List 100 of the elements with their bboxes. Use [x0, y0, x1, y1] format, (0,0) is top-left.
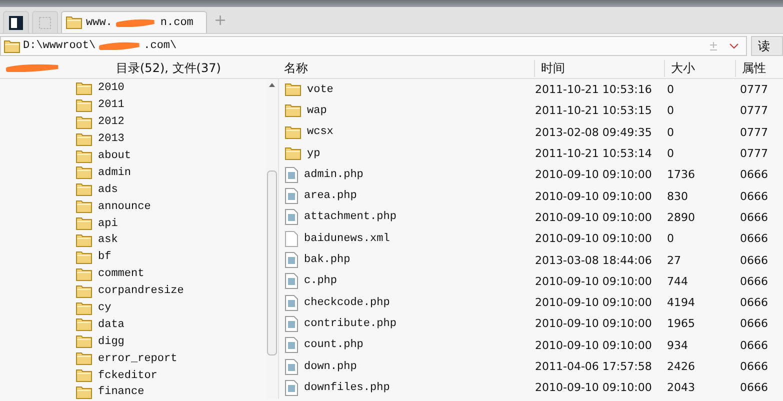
- folder-name[interactable]: comment: [98, 268, 144, 280]
- file-attributes: 0666: [739, 210, 768, 224]
- file-attributes: 0777: [739, 83, 768, 96]
- folder-name[interactable]: 2012: [98, 116, 124, 128]
- folder-tab[interactable]: www. n.com: [61, 11, 207, 33]
- file-attributes: 0777: [739, 147, 768, 160]
- folder-name[interactable]: digg: [98, 336, 124, 348]
- caret-icon[interactable]: [729, 43, 739, 49]
- file-attributes: 0666: [739, 232, 768, 246]
- folder-name[interactable]: fckeditor: [98, 370, 158, 382]
- folder-icon: [76, 250, 92, 264]
- file-attributes: 0666: [739, 338, 768, 352]
- file-attributes: 0666: [739, 254, 768, 267]
- script-file-icon: [285, 209, 298, 226]
- file-name[interactable]: vote: [307, 84, 334, 96]
- file-size: 2426: [666, 360, 696, 373]
- file-icon: [285, 230, 298, 247]
- file-name[interactable]: count.php: [304, 339, 364, 352]
- file-name[interactable]: checkcode.php: [304, 296, 390, 309]
- panel-toggle-tab[interactable]: [3, 11, 29, 33]
- folder-icon: [76, 132, 92, 146]
- folder-name[interactable]: bf: [98, 251, 112, 264]
- folder-name[interactable]: corpandresize: [98, 285, 184, 298]
- file-time: 2010-09-10 09:10:00: [534, 317, 653, 330]
- column-header[interactable]: 属性: [735, 60, 783, 76]
- column-header[interactable]: 时间: [534, 60, 664, 76]
- file-attributes: 0666: [739, 168, 768, 182]
- file-size: 0: [666, 147, 675, 160]
- file-time: 2010-09-10 09:10:00: [534, 381, 653, 394]
- column-header[interactable]: 大小: [664, 60, 735, 76]
- file-name[interactable]: yp: [307, 148, 320, 160]
- folder-icon: [76, 335, 92, 348]
- plus-minus-icon[interactable]: [709, 41, 718, 51]
- folder-name[interactable]: error_report: [98, 352, 178, 365]
- file-name[interactable]: wap: [307, 104, 327, 117]
- file-time: 2011-10-21 10:53:14: [534, 147, 653, 160]
- file-size: 0: [666, 104, 675, 118]
- file-time: 2010-09-10 09:10:00: [534, 274, 653, 288]
- file-name[interactable]: baidunews.xml: [304, 232, 390, 245]
- folder-icon: [76, 386, 92, 399]
- folder-icon: [66, 16, 82, 29]
- folder-icon: [76, 302, 92, 315]
- folder-name[interactable]: about: [98, 150, 132, 162]
- folder-icon: [4, 40, 20, 52]
- folder-name[interactable]: 2011: [98, 99, 124, 112]
- folder-name[interactable]: ask: [98, 234, 118, 246]
- file-name[interactable]: admin.php: [304, 168, 364, 181]
- file-time: 2010-09-10 09:10:00: [534, 210, 653, 224]
- folder-name[interactable]: 2010: [98, 82, 124, 94]
- script-file-icon: [285, 294, 298, 311]
- file-size: 2890: [666, 210, 696, 224]
- file-time: 2011-04-06 17:57:58: [534, 360, 653, 373]
- tab-title: n.com: [160, 16, 194, 28]
- folder-icon: [76, 82, 92, 95]
- file-size: 4194: [666, 296, 696, 310]
- folder-icon: [76, 150, 92, 162]
- script-file-icon: [285, 166, 298, 183]
- folder-icon: [76, 98, 92, 112]
- path-field[interactable]: D:\wwwroot\ .com\: [0, 36, 747, 56]
- read-button[interactable]: 读: [751, 36, 783, 56]
- folder-name[interactable]: api: [98, 218, 118, 230]
- file-attributes: 0666: [739, 190, 768, 203]
- column-header[interactable]: 名称: [278, 60, 534, 76]
- folder-icon: [76, 234, 92, 247]
- file-attributes: 0777: [739, 104, 768, 118]
- folder-icon: [76, 183, 92, 196]
- file-name[interactable]: wcsx: [307, 126, 334, 138]
- folder-name[interactable]: admin: [98, 166, 132, 179]
- script-file-icon: [285, 273, 298, 290]
- file-time: 2013-02-08 09:49:35: [534, 126, 653, 139]
- folder-name[interactable]: finance: [98, 386, 144, 398]
- file-name[interactable]: bak.php: [304, 254, 350, 266]
- folder-name[interactable]: announce: [98, 200, 151, 213]
- script-file-icon: [285, 188, 298, 204]
- file-attributes: 0777: [739, 126, 768, 139]
- folder-icon: [76, 116, 92, 129]
- folder-name[interactable]: cy: [98, 302, 112, 314]
- folder-icon: [76, 318, 92, 332]
- folder-icon: [76, 369, 92, 382]
- file-time: 2010-09-10 09:10:00: [534, 168, 653, 182]
- file-name[interactable]: area.php: [304, 190, 357, 202]
- file-name[interactable]: contribute.php: [304, 318, 396, 330]
- file-name[interactable]: attachment.php: [304, 211, 396, 224]
- file-name[interactable]: down.php: [304, 360, 357, 372]
- redaction-scribble: [116, 18, 156, 26]
- folder-name[interactable]: 2013: [98, 133, 124, 146]
- file-attributes: 0666: [739, 317, 768, 330]
- script-file-icon: [285, 380, 298, 396]
- folder-icon: [285, 126, 301, 139]
- file-size: 744: [666, 274, 689, 288]
- file-name[interactable]: downfiles.php: [304, 382, 390, 394]
- file-attributes: 0666: [739, 296, 768, 310]
- script-file-icon: [285, 358, 298, 374]
- file-size: 0: [666, 126, 675, 139]
- script-file-icon: [285, 316, 298, 332]
- file-name[interactable]: c.php: [304, 275, 338, 288]
- folder-name[interactable]: ads: [98, 184, 118, 196]
- folder-name[interactable]: data: [98, 318, 124, 331]
- file-attributes: 0666: [739, 381, 768, 394]
- folder-icon: [76, 352, 92, 366]
